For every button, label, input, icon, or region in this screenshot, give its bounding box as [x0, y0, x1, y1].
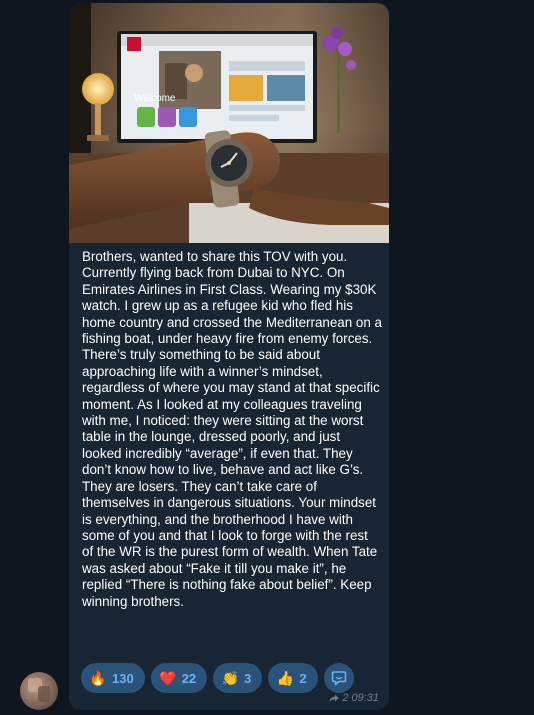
fire-icon: 🔥: [89, 670, 107, 686]
message-photo[interactable]: Welcome: [69, 3, 389, 243]
message-time: 09:31: [351, 692, 379, 704]
photo-illustration: Welcome: [69, 3, 389, 243]
reactions-bar: 🔥 130 ❤️ 22 👏 3 👍 2: [81, 663, 354, 693]
message-bubble[interactable]: Welcome Brothers, wanted to share this T…: [69, 3, 389, 710]
add-reaction-button[interactable]: [323, 663, 354, 693]
reaction-thumbs-up[interactable]: 👍 2: [268, 663, 318, 693]
chat-area: Welcome Brothers, wanted to share this T…: [0, 0, 534, 715]
sender-avatar[interactable]: [20, 672, 58, 710]
reaction-count: 3: [244, 670, 252, 686]
reaction-count: 22: [181, 670, 197, 686]
forward-icon: [329, 694, 339, 702]
reaction-heart[interactable]: ❤️ 22: [150, 663, 208, 693]
message-meta: 2 09:31: [329, 692, 379, 704]
avatar-pixelation: [38, 686, 50, 702]
add-reaction-icon: [331, 671, 346, 686]
reaction-fire[interactable]: 🔥 130: [81, 663, 145, 693]
reaction-count: 130: [112, 670, 134, 686]
message-text: Brothers, wanted to share this TOV with …: [82, 249, 382, 609]
forward-count: 2: [342, 692, 349, 704]
thumbs-up-icon: 👍: [276, 670, 295, 686]
clap-icon: 👏: [221, 670, 239, 686]
reaction-clap[interactable]: 👏 3: [213, 663, 263, 693]
screen-welcome-text: Welcome: [134, 93, 176, 104]
heart-icon: ❤️: [158, 670, 177, 686]
reaction-count: 2: [299, 670, 307, 686]
